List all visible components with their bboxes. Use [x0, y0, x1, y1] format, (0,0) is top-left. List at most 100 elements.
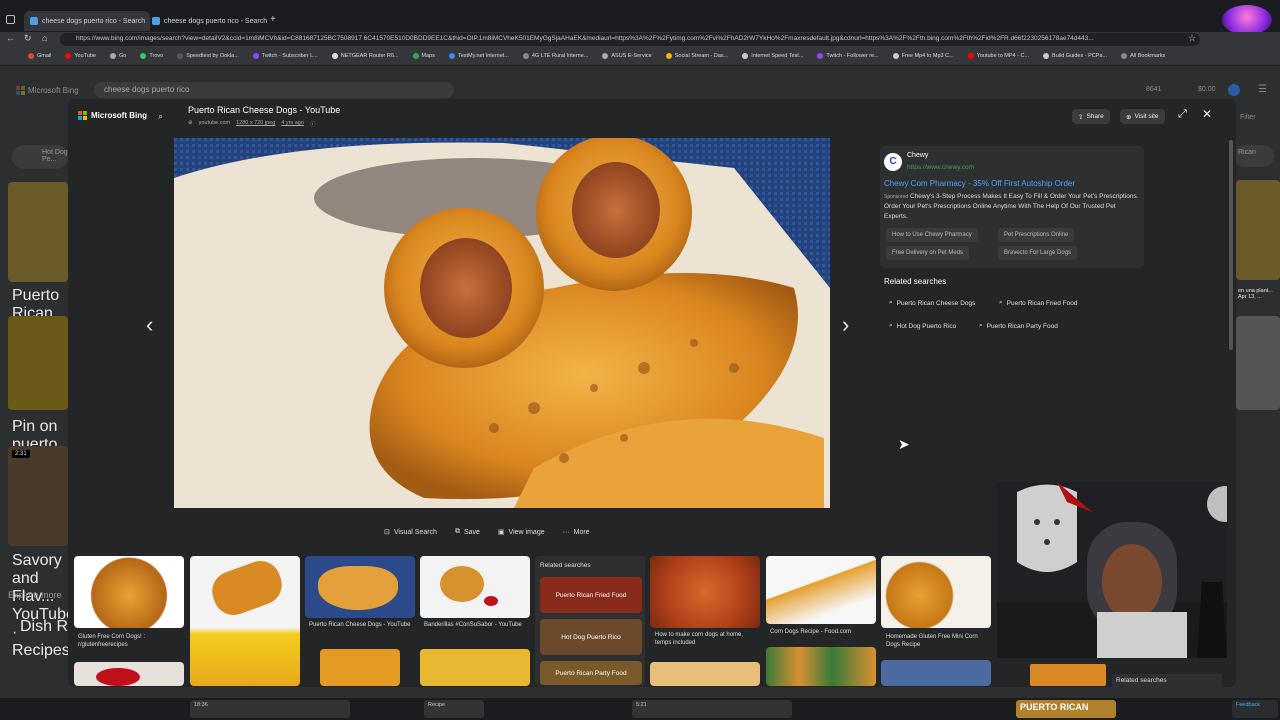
bookmark-item[interactable]: YouTube [65, 53, 96, 59]
thumb-caption: Puerto Rican Cheese Dogs - YouTube [309, 622, 411, 628]
close-icon[interactable]: ✕ [1202, 107, 1212, 121]
bookmark-item[interactable]: Trovo [140, 53, 163, 59]
share-button[interactable]: ⇪ Share [1072, 109, 1110, 124]
related-panel-item[interactable]: Hot Dog Puerto Rico [540, 619, 642, 655]
rewards-points: 8641 [1146, 86, 1162, 93]
left-result-video[interactable] [8, 446, 68, 546]
ad-headline[interactable]: Chewy Com Pharmacy - 35% Off First Autos… [884, 179, 1075, 188]
tab-1[interactable]: cheese dogs puerto rico - Search ✕ [24, 11, 150, 31]
bookmark-item[interactable]: Speedtest by Ookla... [177, 53, 239, 59]
visual-search-button[interactable]: ⊡ Visual Search [384, 528, 437, 537]
bookmark-item[interactable]: Free Mp4 to Mp3 C... [892, 53, 954, 59]
home-icon[interactable]: ⌂ [42, 33, 47, 43]
bing-search-input[interactable]: cheese dogs puerto rico [94, 82, 454, 98]
expand-icon[interactable]: ⤢ [1178, 108, 1187, 121]
filter-chip-rican[interactable]: Rican [1234, 145, 1274, 167]
filter-link[interactable]: Filter [1240, 114, 1256, 121]
ad-sitelink[interactable]: Pet Prescriptions Online [998, 228, 1075, 242]
thumb-caption: Gluten Free Corn Dogs! : r/glutenfreerec… [78, 634, 146, 648]
bookmark-star-icon[interactable]: ☆ [1188, 33, 1196, 44]
previous-image-arrow-icon[interactable]: ‹ [146, 312, 153, 338]
ad-sitelink[interactable]: Free Delivery on Pet Meds [886, 246, 970, 260]
feedback-button[interactable]: Feedback [1232, 700, 1278, 718]
bottom-result-item[interactable]: 18:36 [190, 700, 350, 718]
ad-url[interactable]: https://www.chewy.com [907, 164, 974, 171]
bookmark-item[interactable]: TestMy.net Internet... [448, 53, 509, 59]
ad-sitelink[interactable]: How to Use Chewy Pharmacy [886, 228, 978, 242]
related-search-item[interactable]: ⌕ Puerto Rican Fried Food [999, 299, 1077, 307]
filter-chip-hot-dog[interactable]: Hot Dog Pe... [12, 145, 68, 169]
new-tab-icon[interactable]: + [270, 14, 276, 25]
related-search-item[interactable]: ⌕ Puerto Rican Party Food [979, 322, 1058, 330]
related-searches-bottom[interactable]: Related searches [1112, 674, 1222, 688]
image-age[interactable]: 4 yrs ago [281, 120, 304, 128]
left-result-image[interactable] [8, 316, 68, 410]
bookmark-item[interactable]: Youtube to MP4 - C... [967, 53, 1029, 59]
bookmark-item[interactable]: Maps [412, 53, 435, 59]
bottom-result-item[interactable]: 5:21 [632, 700, 792, 718]
bookmark-item[interactable]: Gmail [28, 53, 51, 59]
save-button[interactable]: ⧉ Save [455, 528, 480, 536]
related-image-thumb[interactable] [420, 649, 530, 686]
related-search-item[interactable]: ⌕ Hot Dog Puerto Rico [889, 322, 956, 330]
main-image[interactable] [174, 138, 830, 508]
bottom-result-item[interactable]: PUERTO RICAN [1016, 700, 1116, 718]
related-image-thumb[interactable] [881, 660, 991, 686]
next-image-arrow-icon[interactable]: › [842, 312, 849, 338]
view-image-button[interactable]: ▣ View image [498, 528, 545, 537]
explore-more-heading: Explore more [8, 590, 62, 600]
bing-favicon-icon [30, 17, 38, 25]
bookmark-item[interactable]: Build Guides - PCPa... [1043, 53, 1107, 59]
bookmark-item[interactable]: Go [110, 53, 126, 59]
related-image-thumb[interactable] [320, 649, 400, 686]
related-image-thumb[interactable] [881, 556, 991, 628]
bookmark-item[interactable]: ASUS E-Service [602, 53, 652, 59]
related-image-thumb[interactable] [1030, 664, 1106, 686]
related-image-thumb[interactable] [650, 662, 760, 686]
more-button[interactable]: ··· More [563, 528, 590, 536]
bookmark-item[interactable]: Social Stream - Das... [665, 53, 728, 59]
avatar[interactable] [1228, 84, 1240, 96]
related-image-thumb[interactable] [766, 556, 876, 624]
tab-2[interactable]: cheese dogs puerto rico - Search ✕ [146, 11, 272, 31]
search-icon: ⌕ [889, 322, 893, 329]
bookmark-item[interactable]: NETGEAR Router R6... [331, 53, 399, 59]
image-actions-bar: ⊡ Visual Search ⧉ Save ▣ View image ··· More [384, 528, 590, 536]
bookmark-item[interactable]: Twitch - Follower re... [817, 53, 879, 59]
related-search-item[interactable]: ⌕ Puerto Rican Cheese Dogs [889, 299, 975, 307]
related-image-thumb[interactable] [766, 647, 876, 686]
left-result-caption: Savory and Flav... YouTube · Recipes [12, 552, 75, 659]
modal-bing-logo[interactable]: Microsoft Bing [78, 111, 147, 120]
visit-site-button[interactable]: ⊕ Visit site [1120, 109, 1165, 124]
microsoft-logo-icon [78, 111, 87, 120]
bookmark-item[interactable]: Internet Speed Test... [742, 53, 803, 59]
bottom-result-item[interactable]: Recipe [424, 700, 484, 718]
bing-favicon-icon [152, 17, 160, 25]
related-panel-item[interactable]: Puerto Rican Party Food [540, 661, 642, 685]
related-image-thumb[interactable] [74, 556, 184, 628]
info-icon[interactable]: ⓘ [310, 120, 316, 128]
bookmark-item[interactable]: Twitch - Subscriber L... [252, 53, 318, 59]
tab-actions-icon[interactable] [6, 15, 15, 24]
reload-icon[interactable]: ↻ [24, 33, 32, 44]
all-bookmarks[interactable]: All Bookmarks [1121, 53, 1165, 59]
back-icon[interactable]: ← [6, 33, 15, 43]
address-bar[interactable]: https://www.bing.com/images/search?view=… [60, 33, 1200, 46]
right-result-image[interactable] [1236, 316, 1280, 410]
image-title[interactable]: Puerto Rican Cheese Dogs - YouTube [188, 105, 340, 115]
pane-scrollbar[interactable] [1229, 140, 1233, 350]
image-dimensions[interactable]: 1280 x 720 jpeg [236, 120, 275, 128]
related-image-thumb[interactable] [650, 556, 760, 628]
right-result-image[interactable] [1236, 180, 1280, 280]
source-domain[interactable]: youtube.com [199, 120, 231, 128]
ad-sitelink[interactable]: Bravecto For Large Dogs [998, 246, 1078, 260]
image-meta: ⊕ youtube.com 1280 x 720 jpeg 4 yrs ago … [188, 120, 315, 128]
bookmark-item[interactable]: 4G LTE Rural Interne... [522, 53, 588, 59]
related-panel-item[interactable]: Puerto Rican Fried Food [540, 577, 642, 613]
menu-icon[interactable]: ☰ [1258, 84, 1267, 95]
reward-balance: $0.00 [1198, 86, 1216, 93]
cheese-dogs-photo [174, 138, 830, 508]
microsoft-logo-icon [16, 86, 25, 95]
search-icon[interactable]: ⌕ [158, 111, 163, 122]
left-result-image[interactable] [8, 182, 68, 282]
